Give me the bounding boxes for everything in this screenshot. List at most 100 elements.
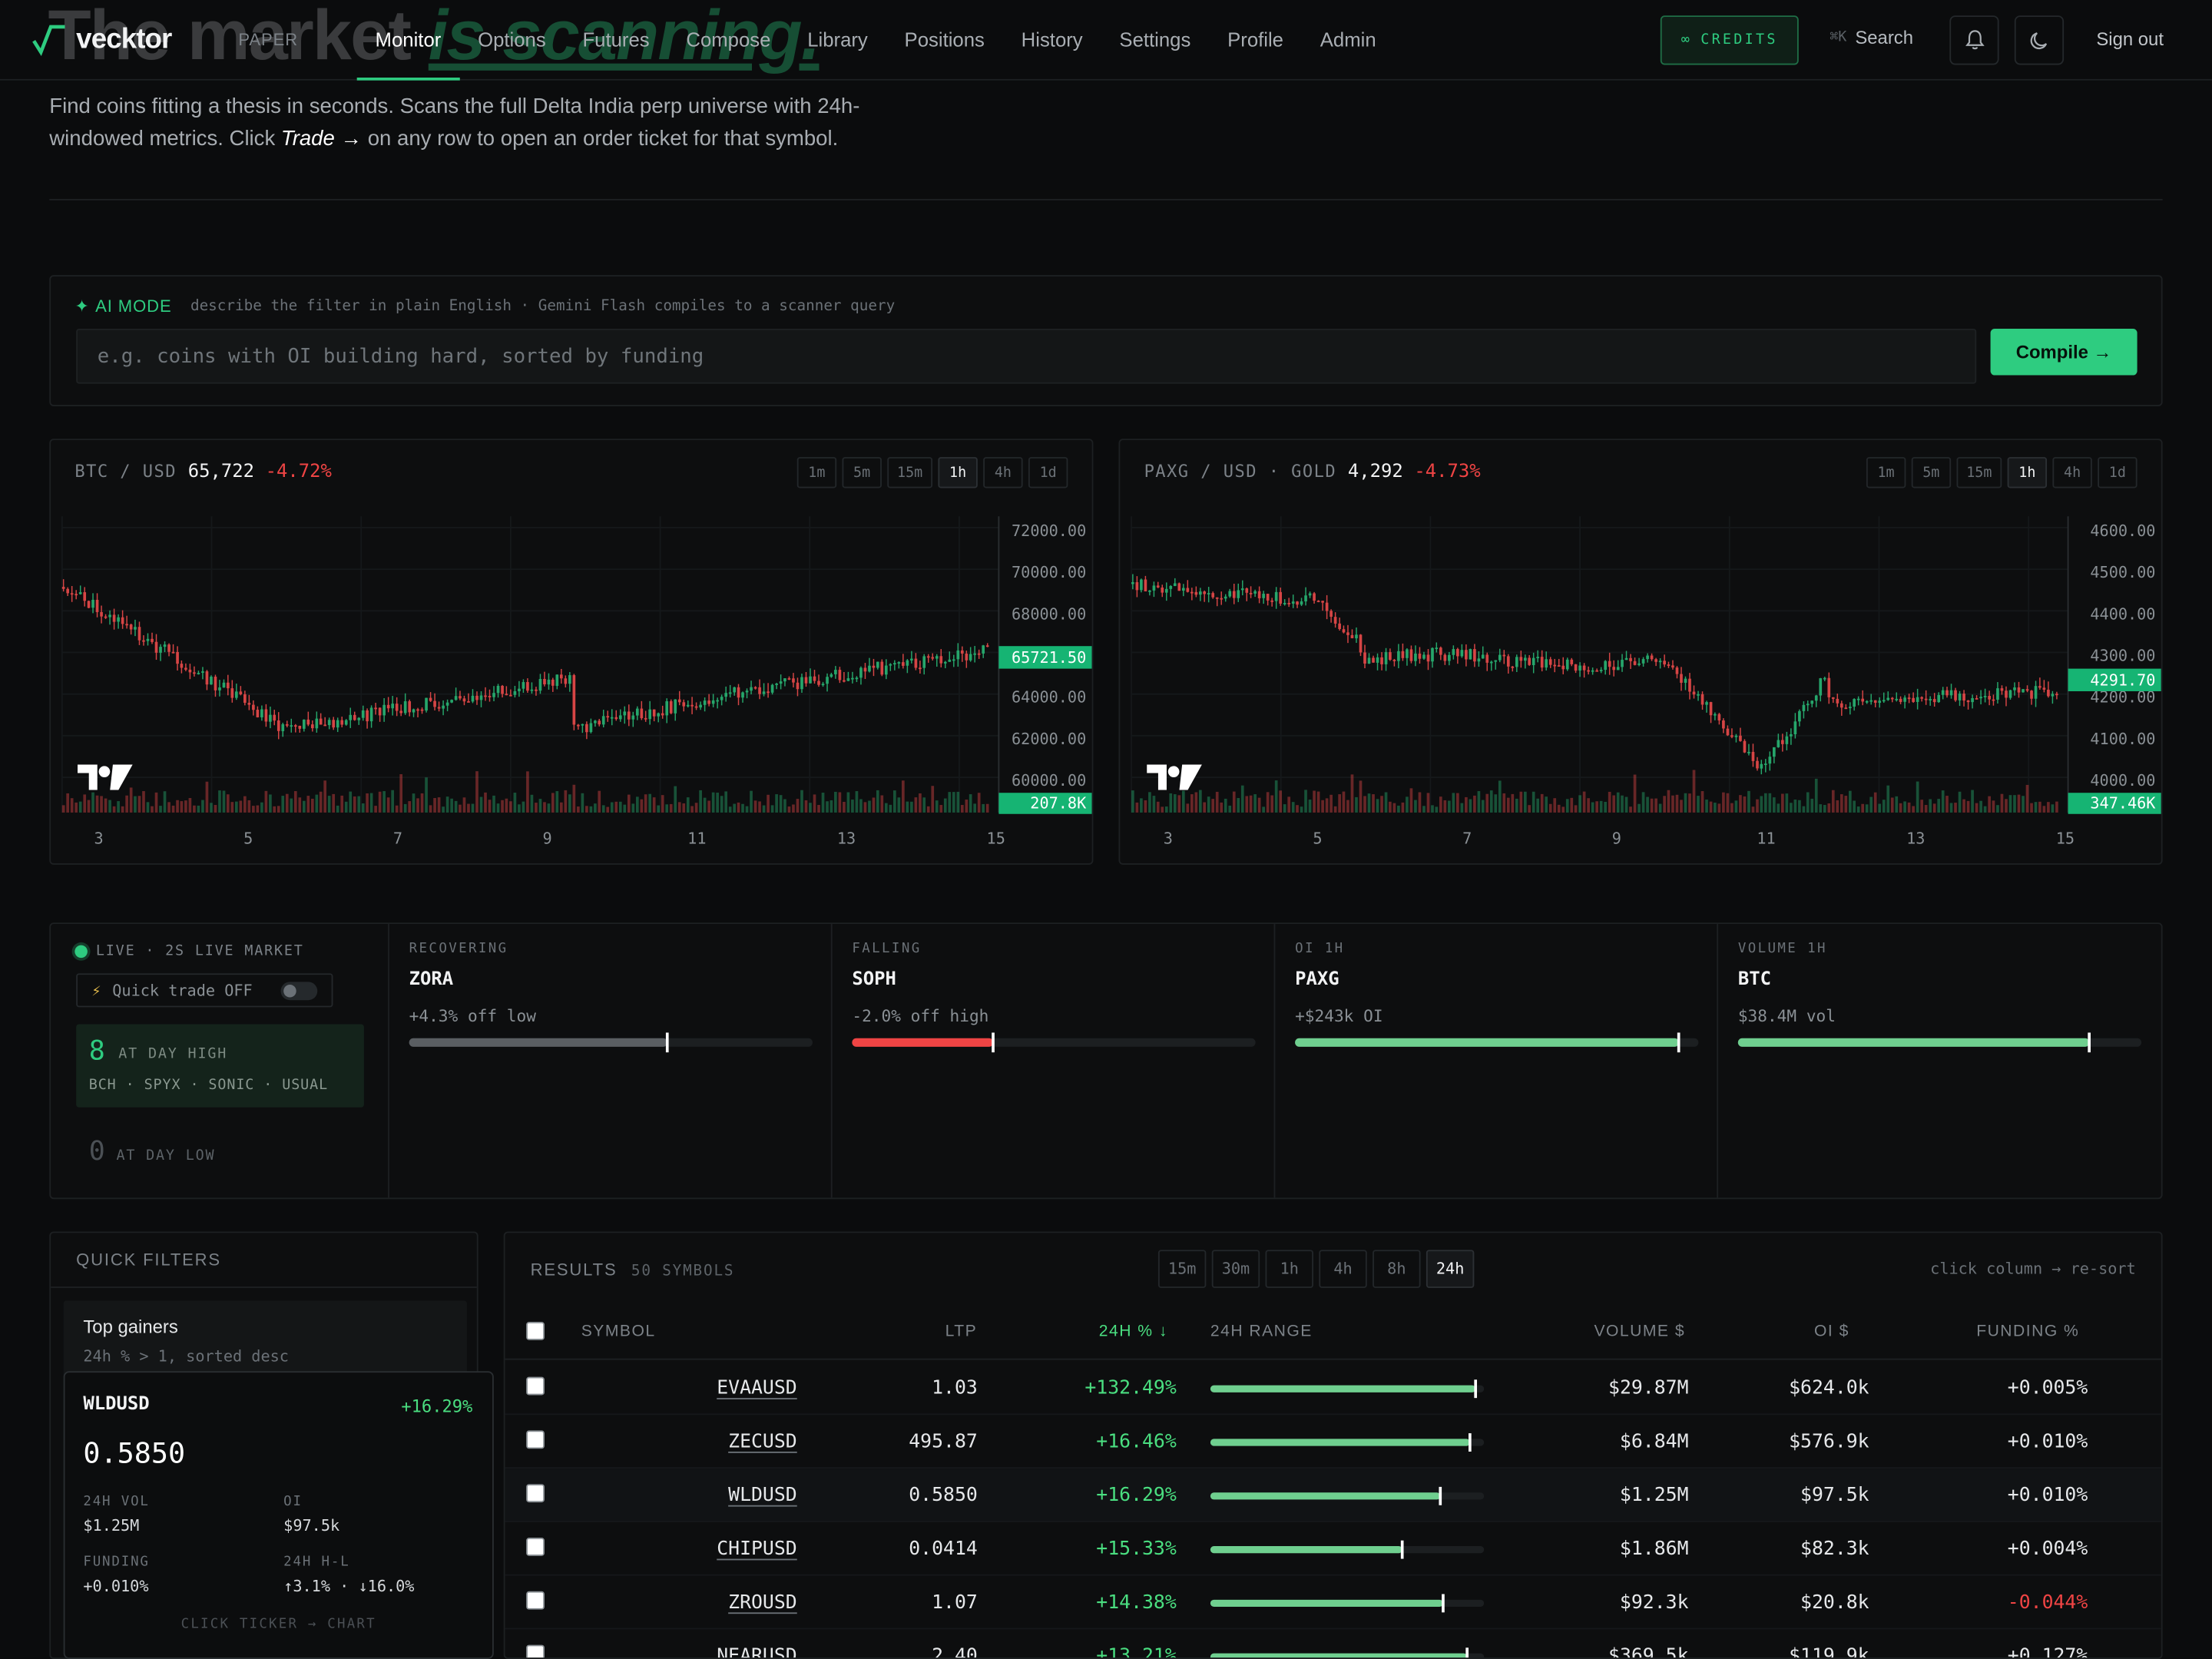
- row-checkbox[interactable]: [526, 1538, 545, 1556]
- nav-link-compose[interactable]: Compose: [668, 0, 790, 81]
- nav-link-admin[interactable]: Admin: [1302, 0, 1395, 81]
- chart-tf-4h[interactable]: 4h: [2052, 457, 2092, 488]
- row-checkbox[interactable]: [526, 1644, 545, 1658]
- stat-symbol[interactable]: BTC: [1738, 969, 1771, 991]
- filter-top-gainers[interactable]: Top gainers 24h % > 1, sorted desc: [63, 1300, 467, 1379]
- volume-bar: [1350, 774, 1354, 813]
- chart-tf-1m[interactable]: 1m: [796, 457, 837, 488]
- volume-bar: [1616, 792, 1620, 813]
- trade-link[interactable]: Trade →: [281, 127, 362, 151]
- candle-body: [1667, 664, 1671, 666]
- chart-tf-1h[interactable]: 1h: [2007, 457, 2048, 488]
- results-tf-8h[interactable]: 8h: [1373, 1250, 1421, 1288]
- volume-bar: [669, 803, 673, 813]
- search-button[interactable]: ⌘K Search: [1830, 27, 1913, 48]
- volume-bar: [1654, 798, 1657, 813]
- row-checkbox[interactable]: [526, 1376, 545, 1396]
- candle-body: [319, 718, 323, 725]
- notifications-button[interactable]: [1949, 15, 1999, 65]
- col-ltp[interactable]: LTP: [945, 1323, 978, 1340]
- table-row[interactable]: ZECUSD 495.87 +16.46% $6.84M $576.9k +0.010%: [505, 1415, 2161, 1469]
- candlestick-chart[interactable]: 4600.004500.004400.004300.004200.004100.…: [1120, 508, 2162, 865]
- col-24h-range[interactable]: 24H RANGE: [1210, 1323, 1313, 1340]
- live-market-strip: LIVE · 2S LIVE MARKET ⚡ Quick trade OFF …: [49, 922, 2163, 1200]
- table-row[interactable]: CHIPUSD 0.0414 +15.33% $1.86M $82.3k +0.004%: [505, 1522, 2161, 1576]
- compile-button[interactable]: Compile →: [1990, 328, 2137, 376]
- credits-button[interactable]: ∞ CREDITS: [1660, 15, 1799, 65]
- results-tf-24h[interactable]: 24h: [1426, 1250, 1475, 1288]
- row-symbol[interactable]: ZECUSD: [728, 1430, 797, 1452]
- nav-link-library[interactable]: Library: [789, 0, 886, 81]
- stat-symbol[interactable]: ZORA: [409, 969, 454, 991]
- stat-symbol[interactable]: PAXG: [1295, 969, 1339, 991]
- row-symbol[interactable]: CHIPUSD: [717, 1538, 797, 1560]
- nav-link-profile[interactable]: Profile: [1209, 0, 1302, 81]
- theme-toggle-button[interactable]: [2014, 15, 2065, 65]
- ai-query-input[interactable]: [76, 328, 1977, 384]
- chart-tf-1d[interactable]: 1d: [1028, 457, 1068, 488]
- candle-body: [302, 719, 306, 729]
- col-symbol[interactable]: SYMBOL: [581, 1323, 656, 1340]
- results-tf-1h[interactable]: 1h: [1265, 1250, 1313, 1288]
- results-tf-15m[interactable]: 15m: [1157, 1250, 1207, 1288]
- market-stat-volume-1h[interactable]: VOLUME 1H BTC $38.4M vol: [1718, 924, 2161, 1197]
- row-symbol[interactable]: EVAAUSD: [717, 1377, 797, 1399]
- chart-tf-15m[interactable]: 15m: [887, 457, 933, 488]
- col-24h-change[interactable]: 24H % ↓: [1099, 1323, 1168, 1340]
- volume-bar: [1793, 800, 1797, 813]
- hover-symbol[interactable]: WLDUSD: [83, 1394, 149, 1416]
- volume-bar: [817, 805, 820, 813]
- market-stat-recovering[interactable]: RECOVERING ZORA +4.3% off low: [389, 924, 833, 1198]
- at-day-low[interactable]: 0 AT DAY LOW: [89, 1136, 216, 1167]
- quick-trade-toggle[interactable]: ⚡ Quick trade OFF: [76, 973, 333, 1008]
- nav-link-monitor[interactable]: Monitor: [356, 0, 460, 81]
- candle-body: [838, 670, 842, 680]
- results-tf-30m[interactable]: 30m: [1211, 1250, 1260, 1288]
- intro-text-b: on any row to open an order ticket for t…: [362, 127, 839, 151]
- nav-link-positions[interactable]: Positions: [886, 0, 1003, 81]
- toggle-switch[interactable]: [280, 982, 318, 1001]
- col-volume[interactable]: VOLUME $: [1594, 1323, 1685, 1340]
- candle-body: [2034, 686, 2038, 699]
- row-funding: +0.127%: [2007, 1644, 2088, 1659]
- candle-body: [787, 678, 791, 680]
- volume-bar: [585, 806, 588, 813]
- chart-tf-1m[interactable]: 1m: [1866, 457, 1906, 488]
- stat-symbol[interactable]: SOPH: [852, 969, 896, 991]
- market-stat-oi-1h[interactable]: OI 1H PAXG +$243k OI: [1275, 924, 1719, 1198]
- last-price-tag: 65721.50: [1012, 648, 1086, 667]
- candlestick-chart[interactable]: 72000.0070000.0068000.0066000.0064000.00…: [51, 508, 1093, 865]
- chart-tf-5m[interactable]: 5m: [842, 457, 882, 488]
- candle-body: [1164, 588, 1168, 593]
- sign-out-link[interactable]: Sign out: [2096, 28, 2164, 50]
- chart-tf-1h[interactable]: 1h: [938, 457, 978, 488]
- chart-tf-1d[interactable]: 1d: [2098, 457, 2137, 488]
- brand-logo[interactable]: vecktor: [31, 22, 172, 58]
- candle-body: [1207, 593, 1210, 594]
- table-row[interactable]: ZROUSD 1.07 +14.38% $92.3k $20.8k -0.044%: [505, 1576, 2161, 1630]
- table-row[interactable]: NEARUSD 2.40 +13.21% $369.5k $119.9k +0.127%: [505, 1629, 2161, 1659]
- nav-link-settings[interactable]: Settings: [1101, 0, 1210, 81]
- table-row[interactable]: EVAAUSD 1.03 +132.49% $29.87M $624.0k +0.005%: [505, 1361, 2161, 1416]
- candle-body: [1763, 763, 1767, 766]
- chart-tf-15m[interactable]: 15m: [1956, 457, 2002, 488]
- chart-tf-5m[interactable]: 5m: [1911, 457, 1952, 488]
- row-symbol[interactable]: NEARUSD: [717, 1645, 797, 1658]
- at-day-high-card[interactable]: 8 AT DAY HIGH BCH · SPYX · SONIC · USUAL: [76, 1024, 364, 1108]
- col-funding[interactable]: FUNDING %: [1976, 1323, 2079, 1340]
- table-row[interactable]: WLDUSD 0.5850 +16.29% $1.25M $97.5k +0.010%: [505, 1469, 2161, 1522]
- nav-link-history[interactable]: History: [1003, 0, 1101, 81]
- row-checkbox[interactable]: [526, 1484, 545, 1503]
- select-all-checkbox[interactable]: [526, 1321, 545, 1340]
- candle-body: [1338, 623, 1341, 629]
- row-symbol[interactable]: ZROUSD: [728, 1591, 797, 1614]
- col-oi[interactable]: OI $: [1814, 1323, 1849, 1340]
- chart-tf-4h[interactable]: 4h: [983, 457, 1023, 488]
- nav-link-futures[interactable]: Futures: [565, 0, 668, 81]
- results-tf-4h[interactable]: 4h: [1319, 1250, 1367, 1288]
- market-stat-falling[interactable]: FALLING SOPH -2.0% off high: [833, 924, 1276, 1198]
- row-checkbox[interactable]: [526, 1591, 545, 1610]
- row-checkbox[interactable]: [526, 1430, 545, 1449]
- nav-link-options[interactable]: Options: [459, 0, 564, 81]
- row-symbol[interactable]: WLDUSD: [728, 1484, 797, 1506]
